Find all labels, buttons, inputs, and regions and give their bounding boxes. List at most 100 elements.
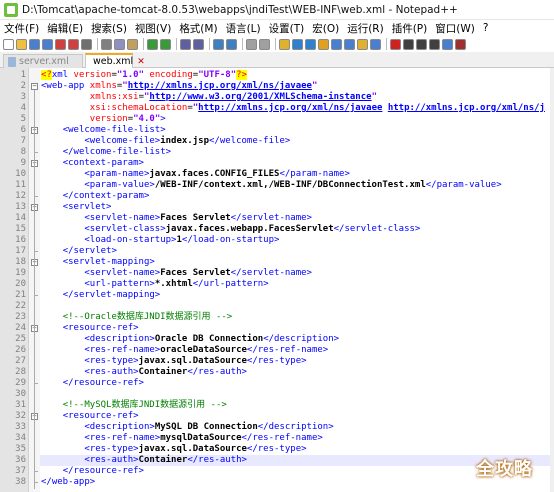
record-macro-icon[interactable] bbox=[390, 38, 401, 50]
menu-item-8[interactable]: 运行(R) bbox=[343, 21, 388, 36]
new-file-icon[interactable] bbox=[3, 38, 14, 50]
code-editor[interactable]: 1 <?xml version="1.0" encoding="UTF-8"?> 2… bbox=[0, 68, 550, 492]
save-macro-icon[interactable] bbox=[442, 38, 453, 50]
zoom-in-icon[interactable] bbox=[213, 38, 224, 50]
find-icon[interactable] bbox=[180, 38, 191, 50]
line-number: 33 bbox=[15, 422, 26, 432]
code-line[interactable]: <description>MySQL DB Connection</descri… bbox=[41, 422, 333, 433]
code-line[interactable]: <description>Oracle DB Connection</descr… bbox=[41, 334, 339, 345]
code-line[interactable]: <res-auth>Container</res-auth> bbox=[41, 455, 247, 466]
notepadpp-app-icon bbox=[4, 2, 18, 17]
replace-icon[interactable] bbox=[193, 38, 204, 50]
line-number: 13 bbox=[15, 202, 26, 212]
abc-spell-icon[interactable] bbox=[455, 38, 466, 50]
menu-item-6[interactable]: 设置(T) bbox=[265, 21, 309, 36]
print-icon[interactable] bbox=[81, 38, 92, 50]
code-line[interactable]: <resource-ref> bbox=[41, 323, 139, 334]
line-number: 36 bbox=[15, 455, 26, 465]
code-line[interactable]: <servlet-class>javax.faces.webapp.FacesS… bbox=[41, 224, 420, 235]
code-line[interactable]: <welcome-file-list> bbox=[41, 125, 166, 136]
redo-icon[interactable] bbox=[160, 38, 171, 50]
menu-item-7[interactable]: 宏(O) bbox=[308, 21, 343, 36]
line-number: 16 bbox=[15, 235, 26, 245]
open-file-icon[interactable] bbox=[16, 38, 27, 50]
func-list-icon[interactable] bbox=[344, 38, 355, 50]
word-wrap-icon[interactable] bbox=[279, 38, 290, 50]
stop-macro-icon[interactable] bbox=[403, 38, 414, 50]
code-line[interactable]: <load-on-startup>1</load-on-startup> bbox=[41, 235, 279, 246]
code-line[interactable]: </servlet-mapping> bbox=[41, 290, 161, 301]
copy-icon[interactable] bbox=[114, 38, 125, 50]
menu-item-11[interactable]: ? bbox=[479, 22, 493, 34]
cut-icon[interactable] bbox=[101, 38, 112, 50]
code-line[interactable]: <resource-ref> bbox=[41, 411, 139, 422]
monitor-icon[interactable] bbox=[370, 38, 381, 50]
menu-item-10[interactable]: 窗口(W) bbox=[431, 21, 479, 36]
line-number: 29 bbox=[15, 378, 26, 388]
save-icon[interactable] bbox=[29, 38, 40, 50]
save-all-icon[interactable] bbox=[42, 38, 53, 50]
code-line[interactable]: <res-ref-name>mysqlDataSource</res-ref-n… bbox=[41, 433, 322, 444]
fold-end-marker bbox=[34, 196, 38, 197]
code-line[interactable]: <param-value>/WEB-INF/context.xml,/WEB-I… bbox=[41, 180, 501, 191]
code-line[interactable]: </context-param> bbox=[41, 191, 150, 202]
close-icon[interactable] bbox=[55, 38, 66, 50]
zoom-out-icon[interactable] bbox=[226, 38, 237, 50]
code-line[interactable]: <res-ref-name>oracleDataSource</res-ref-… bbox=[41, 345, 328, 356]
sync-v-icon[interactable] bbox=[246, 38, 257, 50]
tab-label: server.xml bbox=[19, 56, 69, 67]
menu-item-2[interactable]: 搜索(S) bbox=[87, 21, 131, 36]
fold-toggle-icon[interactable]: − bbox=[31, 83, 38, 90]
menu-item-9[interactable]: 插件(P) bbox=[388, 21, 432, 36]
undo-icon[interactable] bbox=[147, 38, 158, 50]
code-line[interactable]: <?xml version="1.0" encoding="UTF-8"?> bbox=[41, 70, 247, 81]
menu-item-3[interactable]: 视图(V) bbox=[131, 21, 175, 36]
code-line[interactable]: <context-param> bbox=[41, 158, 144, 169]
code-line[interactable]: </web-app> bbox=[41, 477, 95, 488]
code-line[interactable]: <servlet> bbox=[41, 202, 112, 213]
sync-h-icon[interactable] bbox=[259, 38, 270, 50]
code-line[interactable]: <res-type>javax.sql.DataSource</res-type… bbox=[41, 356, 306, 367]
code-line[interactable]: </resource-ref> bbox=[41, 466, 144, 477]
menu-item-4[interactable]: 格式(M) bbox=[175, 21, 221, 36]
folder-workspace-icon[interactable] bbox=[357, 38, 368, 50]
paste-icon[interactable] bbox=[127, 38, 138, 50]
code-line[interactable]: <servlet-mapping> bbox=[41, 257, 155, 268]
close-tab-icon[interactable]: ✕ bbox=[137, 57, 145, 67]
tab-web-xml[interactable]: web.xml ✕ bbox=[85, 53, 145, 68]
menu-item-1[interactable]: 编辑(E) bbox=[43, 21, 87, 36]
line-number: 24 bbox=[15, 323, 26, 333]
indent-guide-icon[interactable] bbox=[305, 38, 316, 50]
code-line[interactable]: <web-app xmlns="http://xmlns.jcp.org/xml… bbox=[41, 81, 317, 92]
code-line[interactable]: <!--Oracle数据库JNDI数据源引用 --> bbox=[41, 312, 233, 323]
code-line[interactable]: <welcome-file>index.jsp</welcome-file> bbox=[41, 136, 290, 147]
menu-item-0[interactable]: 文件(F) bbox=[0, 21, 43, 36]
menu-item-5[interactable]: 语言(L) bbox=[222, 21, 265, 36]
run-macro-icon[interactable] bbox=[429, 38, 440, 50]
code-line[interactable]: xsi:schemaLocation="http://xmlns.jcp.org… bbox=[41, 103, 545, 114]
line-number: 31 bbox=[15, 400, 26, 410]
toolbar-separator bbox=[97, 38, 98, 50]
code-line[interactable]: </resource-ref> bbox=[41, 378, 144, 389]
code-line[interactable]: <res-type>javax.sql.DataSource</res-type… bbox=[41, 444, 306, 455]
vertical-scrollbar[interactable] bbox=[550, 68, 554, 492]
all-chars-icon[interactable] bbox=[292, 38, 303, 50]
fold-guide-line bbox=[34, 90, 35, 489]
code-line[interactable]: </welcome-file-list> bbox=[41, 147, 171, 158]
udl-icon[interactable] bbox=[318, 38, 329, 50]
line-number: 35 bbox=[15, 444, 26, 454]
code-line[interactable]: <!--MySQL数据库JNDI数据源引用 --> bbox=[41, 400, 227, 411]
tab-server-xml[interactable]: server.xml bbox=[3, 54, 83, 68]
code-line[interactable]: <servlet-name>Faces Servlet</servlet-nam… bbox=[41, 213, 312, 224]
code-line[interactable]: <servlet-name>Faces Servlet</servlet-nam… bbox=[41, 268, 312, 279]
line-number: 10 bbox=[15, 169, 26, 179]
code-line[interactable]: <res-auth>Container</res-auth> bbox=[41, 367, 247, 378]
play-macro-icon[interactable] bbox=[416, 38, 427, 50]
code-line[interactable]: version="4.0"> bbox=[41, 114, 166, 125]
code-line[interactable]: <url-pattern>*.xhtml</url-pattern> bbox=[41, 279, 268, 290]
doc-map-icon[interactable] bbox=[331, 38, 342, 50]
code-line[interactable]: <param-name>javax.faces.CONFIG_FILES</pa… bbox=[41, 169, 350, 180]
close-all-icon[interactable] bbox=[68, 38, 79, 50]
code-line[interactable]: xmlns:xsi="http://www.w3.org/2001/XMLSch… bbox=[41, 92, 377, 103]
code-line[interactable]: </servlet> bbox=[41, 246, 117, 257]
